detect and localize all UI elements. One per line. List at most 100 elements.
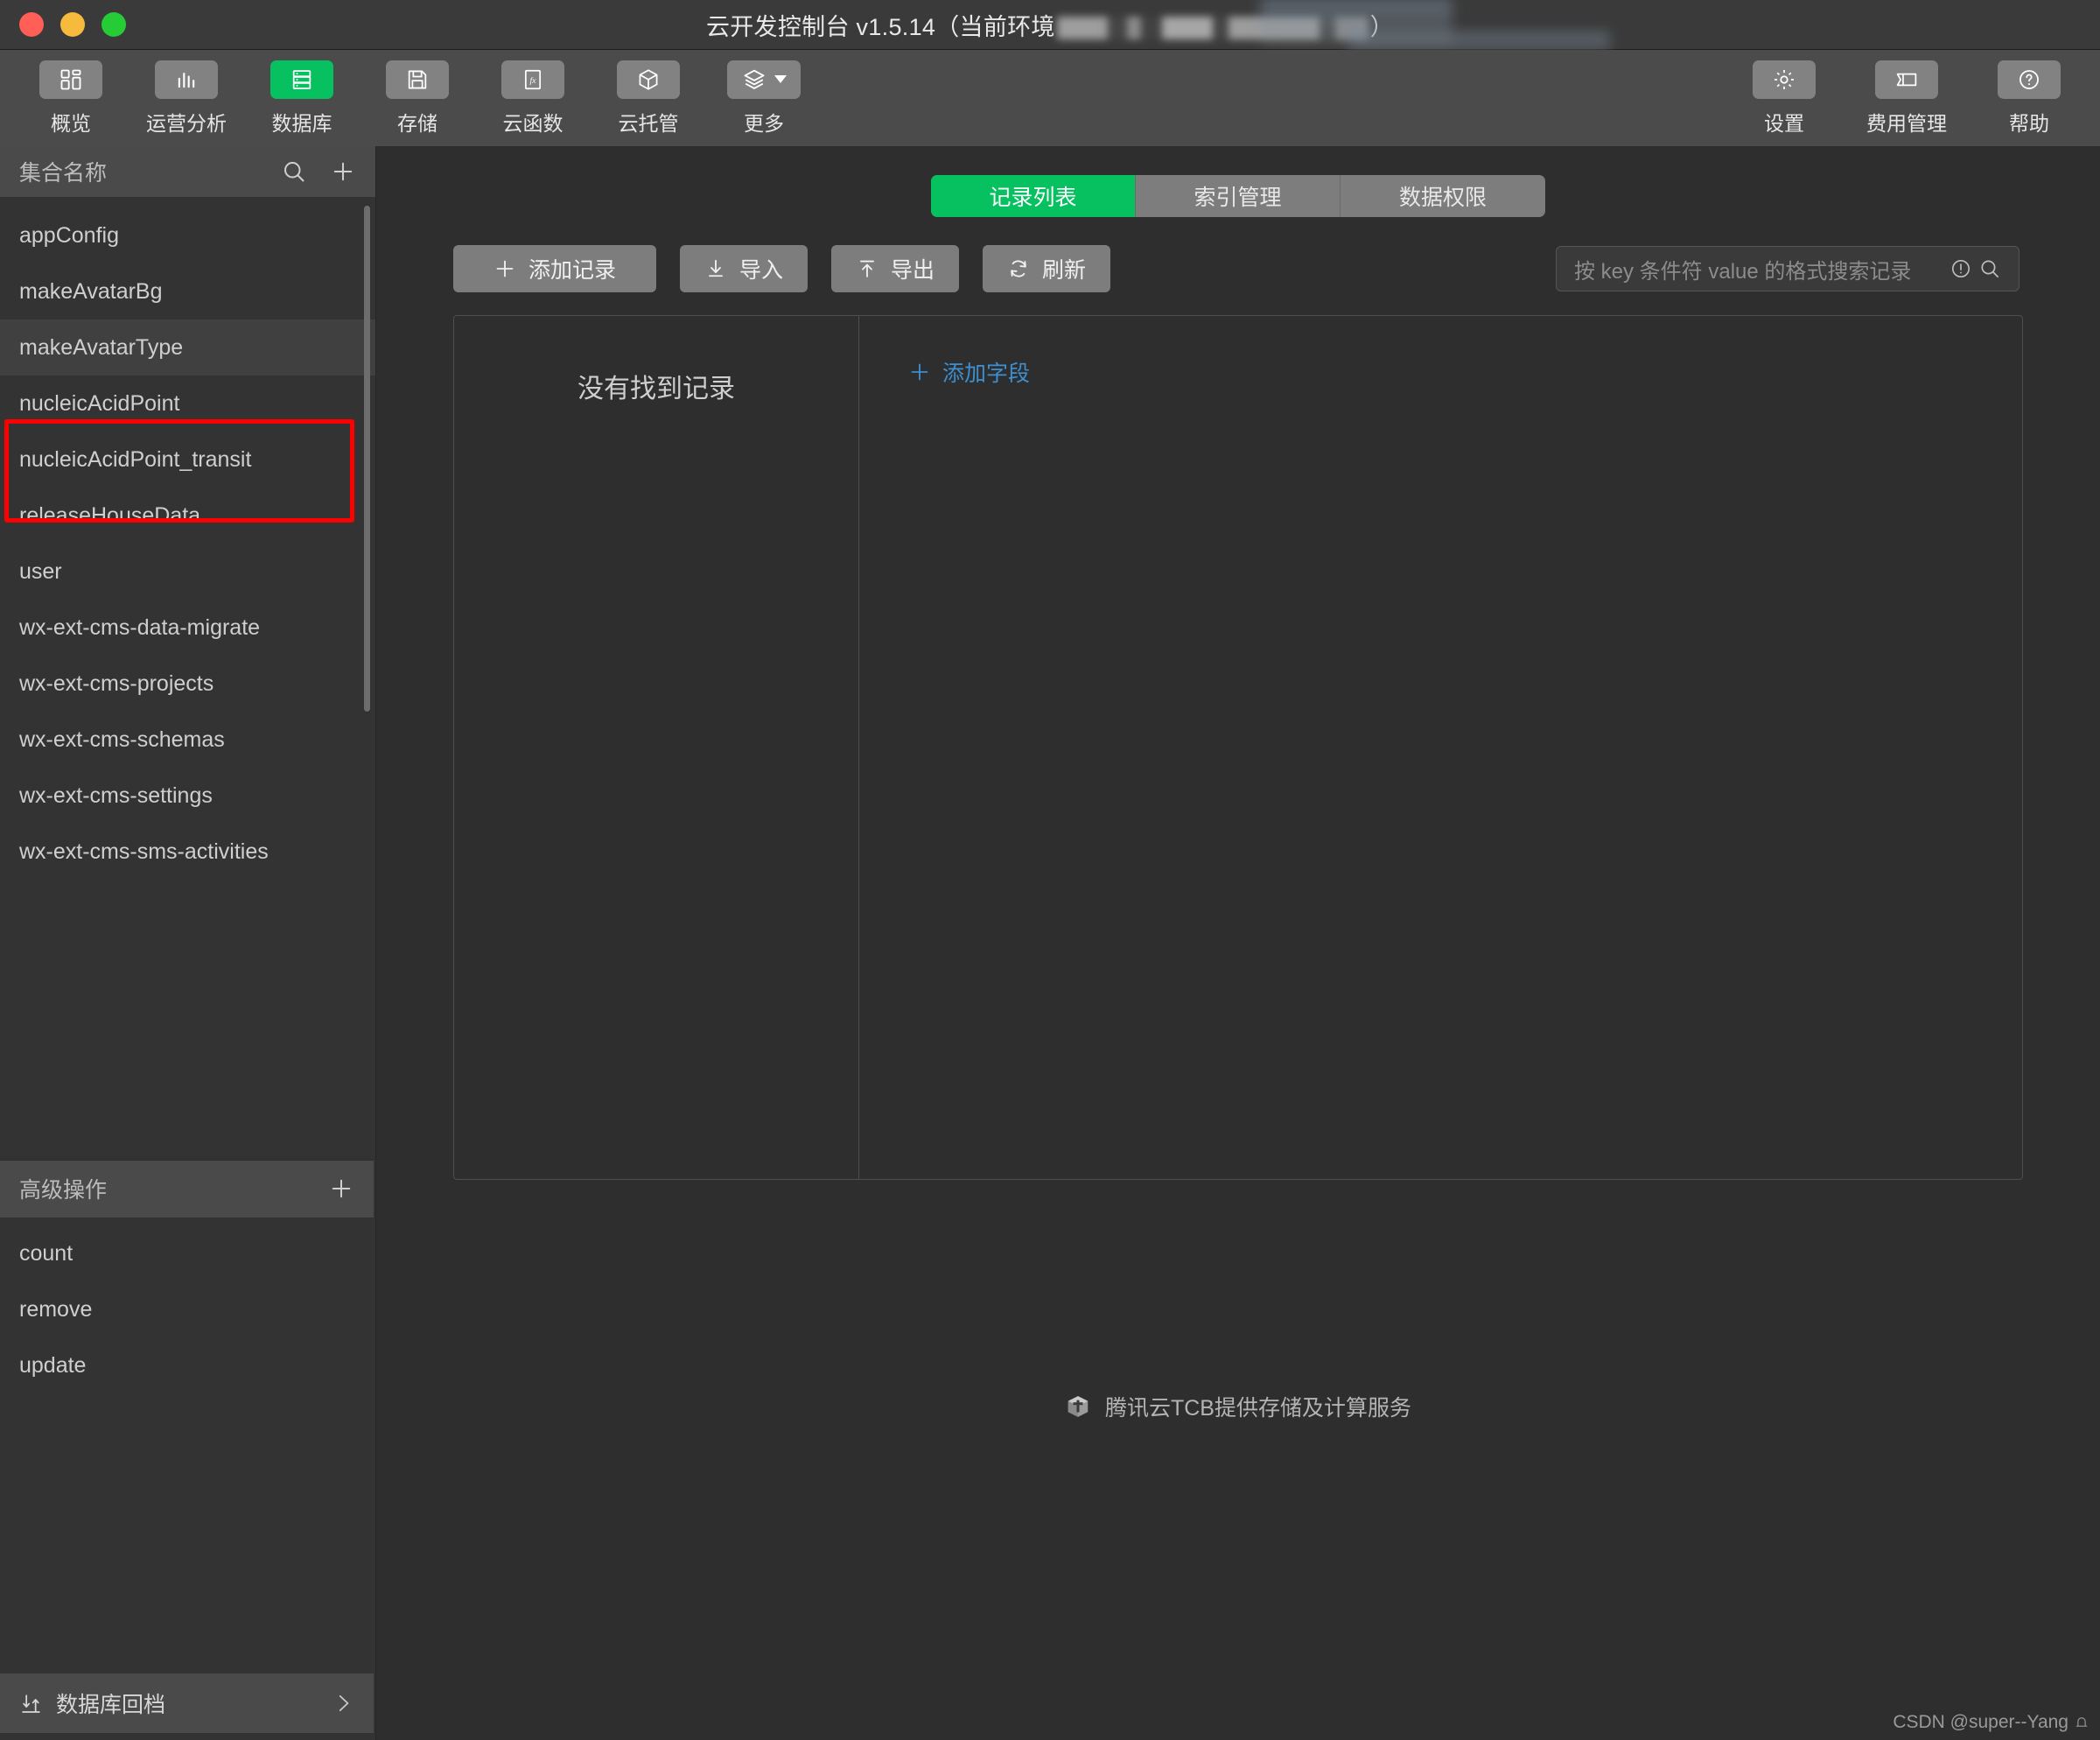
database-rollback-label: 数据库回档 bbox=[56, 1693, 166, 1717]
toolbar-label-database: 数据库 bbox=[271, 111, 332, 135]
updown-arrows-icon bbox=[19, 1691, 44, 1715]
advanced-operations-title: 高级操作 bbox=[19, 1178, 108, 1203]
refresh-button[interactable]: 刷新 bbox=[983, 245, 1110, 292]
collection-label: releaseHouseData bbox=[19, 502, 201, 528]
plus-icon bbox=[494, 257, 516, 280]
refresh-icon bbox=[1007, 257, 1030, 280]
toolbar-label-cloud-function: 云函数 bbox=[502, 111, 564, 135]
tabs-row: 记录列表 索引管理 数据权限 bbox=[376, 146, 2100, 217]
window-title-text: 云开发控制台 v1.5.14（当前环境 bbox=[705, 13, 1055, 40]
toolbar-label-overview: 概览 bbox=[51, 111, 91, 135]
fields-pane: 添加字段 bbox=[859, 316, 2022, 1179]
empty-state-text: 没有找到记录 bbox=[578, 375, 735, 403]
footer-brand-text: 腾讯云TCB提供存储及计算服务 bbox=[1104, 1396, 1411, 1421]
collections-header-title: 集合名称 bbox=[19, 161, 108, 186]
toolbar-item-overview[interactable]: 概览 bbox=[26, 60, 116, 137]
download-arrow-icon bbox=[704, 257, 727, 280]
add-advanced-operation-icon[interactable] bbox=[328, 1175, 354, 1202]
add-collection-icon[interactable] bbox=[330, 158, 356, 185]
collection-label: wx-ext-cms-schemas bbox=[19, 726, 225, 752]
collection-item-appconfig[interactable]: appConfig bbox=[0, 207, 375, 263]
advanced-label: count bbox=[19, 1241, 74, 1266]
search-placeholder: 按 key 条件符 value 的格式搜索记录 bbox=[1574, 259, 1912, 284]
maximize-button[interactable] bbox=[102, 12, 126, 37]
tab-label: 记录列表 bbox=[989, 186, 1077, 210]
main-content: 记录列表 索引管理 数据权限 添加记录 导入 导出 刷新 按 key 条件符 v… bbox=[376, 146, 2100, 1740]
advanced-item-count[interactable]: count bbox=[0, 1226, 375, 1282]
collection-item-nucleicacidpoint-transit[interactable]: nucleicAcidPoint_transit bbox=[0, 431, 375, 488]
toolbar-item-settings[interactable]: 设置 bbox=[1740, 60, 1829, 137]
chevron-right-icon bbox=[332, 1692, 354, 1715]
toolbar-item-billing[interactable]: 费用管理 bbox=[1862, 60, 1951, 137]
collection-item-nucleicacidpoint[interactable]: nucleicAcidPoint bbox=[0, 375, 375, 431]
collections-scrollbar-thumb[interactable] bbox=[364, 206, 370, 712]
database-rollback-button[interactable]: 数据库回档 bbox=[0, 1673, 374, 1733]
toolbar-item-help[interactable]: 帮助 bbox=[1984, 60, 2074, 137]
toolbar-label-settings: 设置 bbox=[1764, 111, 1804, 135]
minimize-button[interactable] bbox=[60, 12, 85, 37]
search-input[interactable]: 按 key 条件符 value 的格式搜索记录 bbox=[1556, 246, 2020, 291]
tab-data-permissions[interactable]: 数据权限 bbox=[1340, 175, 1545, 217]
window-controls[interactable] bbox=[19, 12, 126, 37]
toolbar-item-more[interactable]: 更多 bbox=[719, 60, 808, 137]
toolbar-item-database[interactable]: 数据库 bbox=[257, 60, 346, 137]
tencent-cloud-cube-icon bbox=[1065, 1393, 1091, 1420]
toolbar-item-storage[interactable]: 存储 bbox=[373, 60, 462, 137]
footer-brand: 腾讯云TCB提供存储及计算服务 bbox=[376, 1391, 2100, 1422]
toolbar-right-group: 设置 费用管理 帮助 bbox=[1740, 60, 2074, 137]
collection-item-makeavatarbg[interactable]: makeAvatarBg bbox=[0, 263, 375, 319]
search-area: 按 key 条件符 value 的格式搜索记录 bbox=[1556, 246, 2020, 291]
advanced-item-remove[interactable]: remove bbox=[0, 1282, 375, 1338]
collection-item-wx-ext-cms-data-migrate[interactable]: wx-ext-cms-data-migrate bbox=[0, 600, 375, 656]
exclamation-circle-icon[interactable] bbox=[1950, 257, 1972, 280]
add-field-label: 添加字段 bbox=[942, 361, 1031, 386]
toolbar-label-cloud-hosting: 云托管 bbox=[618, 111, 679, 135]
watermark-text: CSDN @super--Yang bbox=[1893, 1712, 2068, 1732]
csdn-watermark: CSDN @super--Yang bbox=[1893, 1712, 2090, 1733]
toolbar-item-cloud-hosting[interactable]: 云托管 bbox=[604, 60, 693, 137]
search-submit-icon[interactable] bbox=[1978, 257, 2001, 280]
grid-overview-icon bbox=[39, 60, 102, 99]
tab-index-management[interactable]: 索引管理 bbox=[1136, 175, 1340, 217]
collection-item-wx-ext-cms-schemas[interactable]: wx-ext-cms-schemas bbox=[0, 712, 375, 768]
add-record-label: 添加记录 bbox=[528, 258, 616, 283]
collection-item-wx-ext-cms-sms-activities[interactable]: wx-ext-cms-sms-activities bbox=[0, 824, 375, 880]
collection-label: makeAvatarBg bbox=[19, 278, 163, 304]
tab-record-list[interactable]: 记录列表 bbox=[931, 175, 1136, 217]
collections-scroll-area[interactable]: appConfig makeAvatarBg makeAvatarType nu… bbox=[0, 197, 375, 1160]
toolbar-label-more: 更多 bbox=[744, 111, 784, 135]
title-bar: 云开发控制台 v1.5.14（当前环境 ） bbox=[0, 0, 2100, 56]
add-field-button[interactable]: 添加字段 bbox=[908, 356, 1030, 388]
add-record-button[interactable]: 添加记录 bbox=[453, 245, 656, 292]
toolbar-label-help: 帮助 bbox=[2009, 111, 2049, 135]
collection-label: appConfig bbox=[19, 222, 119, 248]
content-tabs: 记录列表 索引管理 数据权限 bbox=[931, 175, 1545, 217]
cube-hosting-icon bbox=[617, 60, 680, 99]
search-icon[interactable] bbox=[281, 158, 307, 185]
advanced-label: remove bbox=[19, 1297, 93, 1322]
toolbar-label-analytics: 运营分析 bbox=[146, 111, 227, 135]
sidebar: 集合名称 appConfig makeAvatarBg makeAvatarTy… bbox=[0, 146, 376, 1740]
window-title: 云开发控制台 v1.5.14（当前环境 ） bbox=[0, 0, 2100, 49]
collection-item-user[interactable]: user bbox=[0, 544, 375, 600]
gear-icon bbox=[1753, 60, 1816, 99]
action-toolbar: 添加记录 导入 导出 刷新 按 key 条件符 value 的格式搜索记录 bbox=[376, 217, 2100, 292]
collection-item-makeavatartype[interactable]: makeAvatarType bbox=[0, 319, 375, 375]
fx-function-icon: fx bbox=[501, 60, 564, 99]
toolbar-item-cloud-function[interactable]: fx 云函数 bbox=[488, 60, 578, 137]
ticket-billing-icon bbox=[1875, 60, 1938, 99]
advanced-operations-list: count remove update bbox=[0, 1217, 375, 1673]
collections-list: appConfig makeAvatarBg makeAvatarType nu… bbox=[0, 197, 375, 880]
collection-label: wx-ext-cms-projects bbox=[19, 670, 214, 696]
advanced-item-update[interactable]: update bbox=[0, 1338, 375, 1394]
import-button[interactable]: 导入 bbox=[680, 245, 808, 292]
export-button[interactable]: 导出 bbox=[831, 245, 959, 292]
close-button[interactable] bbox=[19, 12, 44, 37]
collection-label: user bbox=[19, 558, 62, 584]
collection-item-releasehousedata[interactable]: releaseHouseData bbox=[0, 488, 375, 544]
toolbar-item-analytics[interactable]: 运营分析 bbox=[142, 60, 231, 137]
collection-item-wx-ext-cms-settings[interactable]: wx-ext-cms-settings bbox=[0, 768, 375, 824]
svg-text:fx: fx bbox=[529, 75, 536, 85]
collection-label: wx-ext-cms-sms-activities bbox=[19, 838, 269, 864]
collection-item-wx-ext-cms-projects[interactable]: wx-ext-cms-projects bbox=[0, 656, 375, 712]
